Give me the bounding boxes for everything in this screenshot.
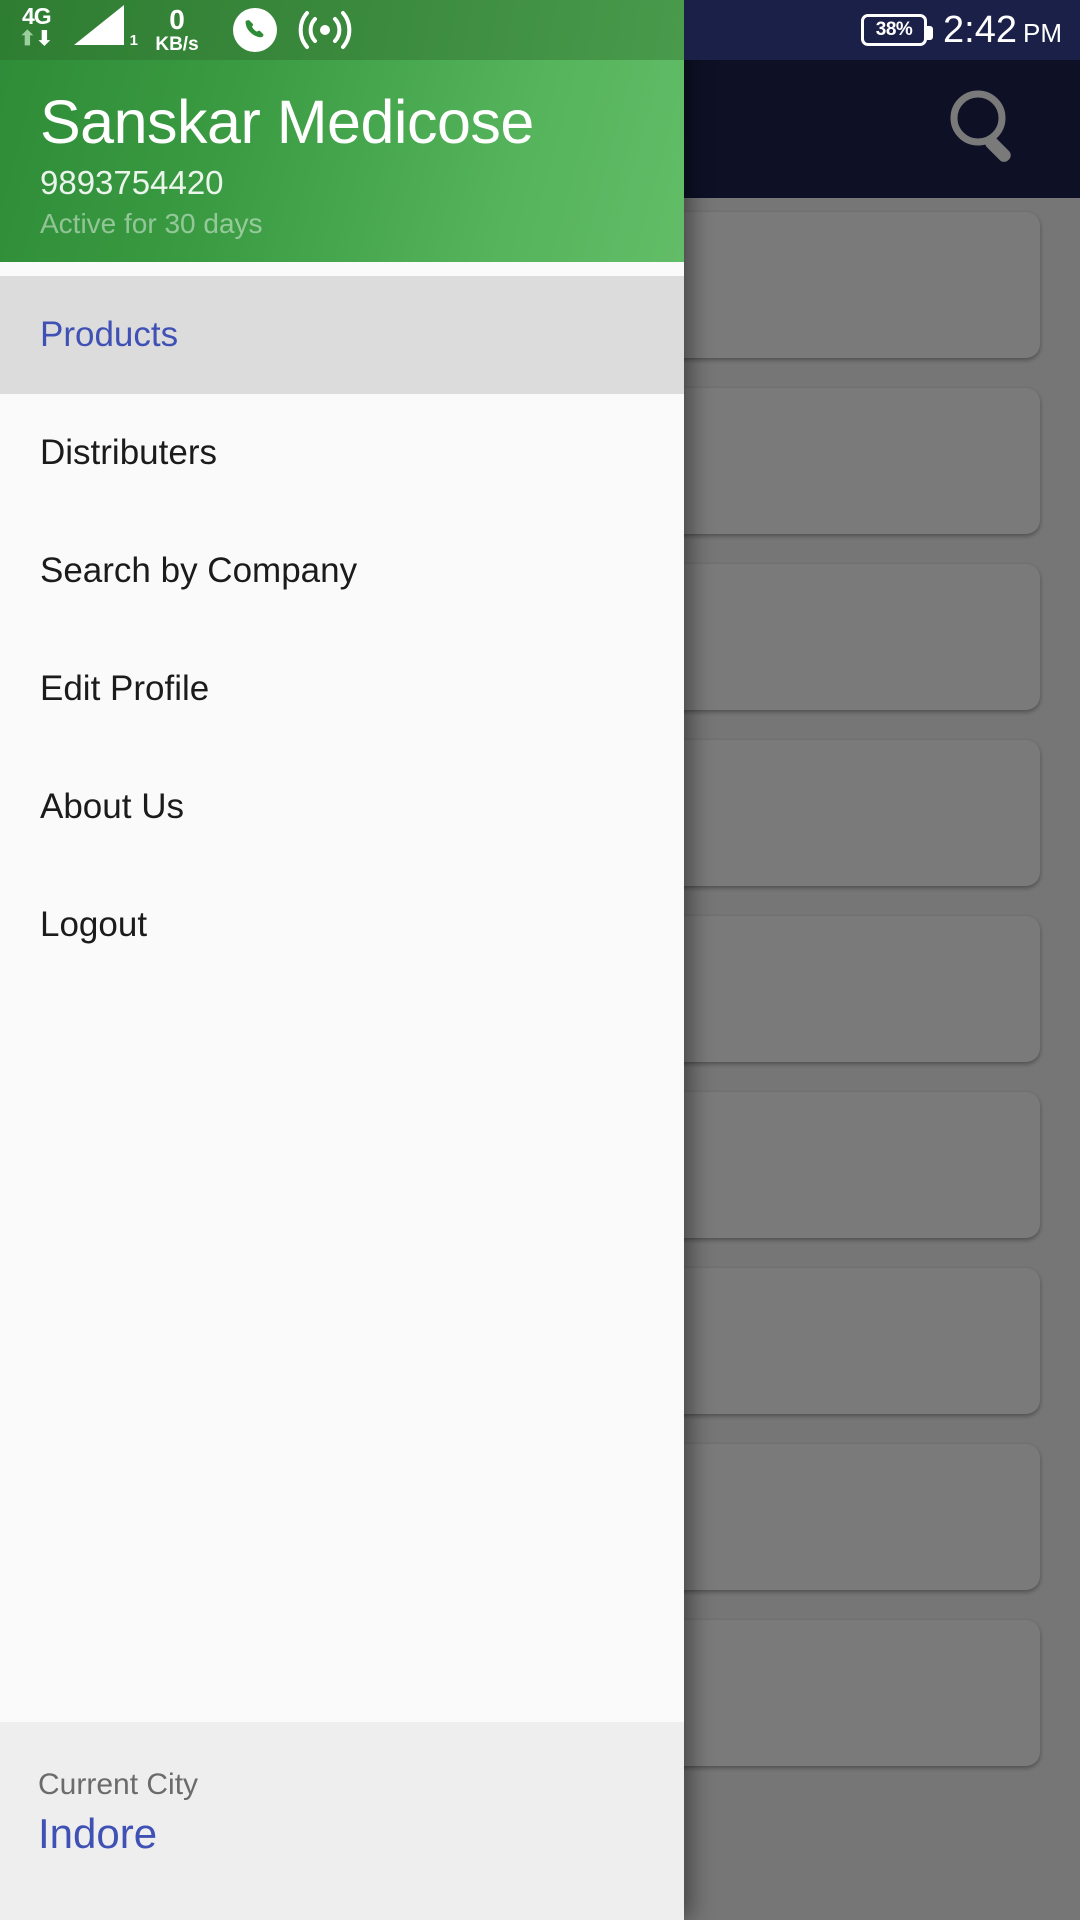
drawer-item-label: About Us — [40, 787, 184, 826]
battery-icon: 38% — [861, 14, 934, 46]
battery-percent-label: 38% — [875, 19, 913, 40]
data-rate-unit: KB/s — [155, 34, 199, 55]
drawer-menu: Products Distributers Search by Company Edi… — [0, 276, 684, 1722]
drawer-item-search-by-company[interactable]: Search by Company — [0, 512, 684, 630]
current-city-label: Current City — [38, 1768, 199, 1801]
drawer-item-label: Logout — [40, 905, 148, 944]
upload-arrow-icon: ⬆ — [19, 28, 36, 50]
drawer-item-label: Distributers — [40, 433, 217, 472]
phone-icon — [226, 7, 284, 53]
broadcast-icon — [292, 7, 358, 53]
subscription-status: Active for 30 days — [40, 208, 263, 240]
navigation-drawer: Sanskar Medicose 9893754420 Active for 3… — [0, 0, 684, 1920]
account-name: Sanskar Medicose — [40, 88, 534, 157]
network-type-icon: 4G ⬆ ⬇ — [16, 3, 72, 53]
sim-slot-label: 1 — [129, 32, 138, 49]
clock: 2:42 PM — [943, 9, 1062, 52]
status-bar-icons: 4G ⬆ ⬇ 1 0 KB/s — [0, 0, 358, 60]
signal-strength-icon: 1 — [72, 5, 138, 53]
clock-ampm: PM — [1023, 17, 1062, 48]
status-bar-right: 38% 2:42 PM — [861, 0, 1062, 60]
drawer-item-label: Search by Company — [40, 551, 358, 590]
drawer-item-edit-profile[interactable]: Edit Profile — [0, 630, 684, 748]
drawer-header-divider — [0, 262, 684, 276]
account-phone: 9893754420 — [40, 163, 224, 201]
current-city-section[interactable]: Current City Indore — [0, 1722, 684, 1920]
drawer-item-about-us[interactable]: About Us — [0, 748, 684, 866]
drawer-item-label: Products — [40, 315, 179, 354]
data-rate-indicator: 0 KB/s — [138, 4, 216, 55]
search-icon[interactable] — [944, 84, 1028, 168]
drawer-item-logout[interactable]: Logout — [0, 866, 684, 984]
download-arrow-icon: ⬇ — [36, 28, 53, 50]
clock-time: 2:42 — [943, 8, 1017, 51]
current-city-value[interactable]: Indore — [38, 1810, 684, 1857]
signal-bars-shape — [74, 5, 124, 45]
drawer-item-label: Edit Profile — [40, 669, 210, 708]
phone-screen: Sanskar Medicose 9893754420 Active for 3… — [0, 0, 1080, 1920]
network-type-label: 4G — [22, 3, 52, 29]
status-bar: 4G ⬆ ⬇ 1 0 KB/s 38% 2:42 PM — [0, 0, 1080, 60]
drawer-item-products[interactable]: Products — [0, 276, 684, 394]
drawer-item-distributers[interactable]: Distributers — [0, 394, 684, 512]
data-rate-value: 0 — [169, 4, 185, 35]
